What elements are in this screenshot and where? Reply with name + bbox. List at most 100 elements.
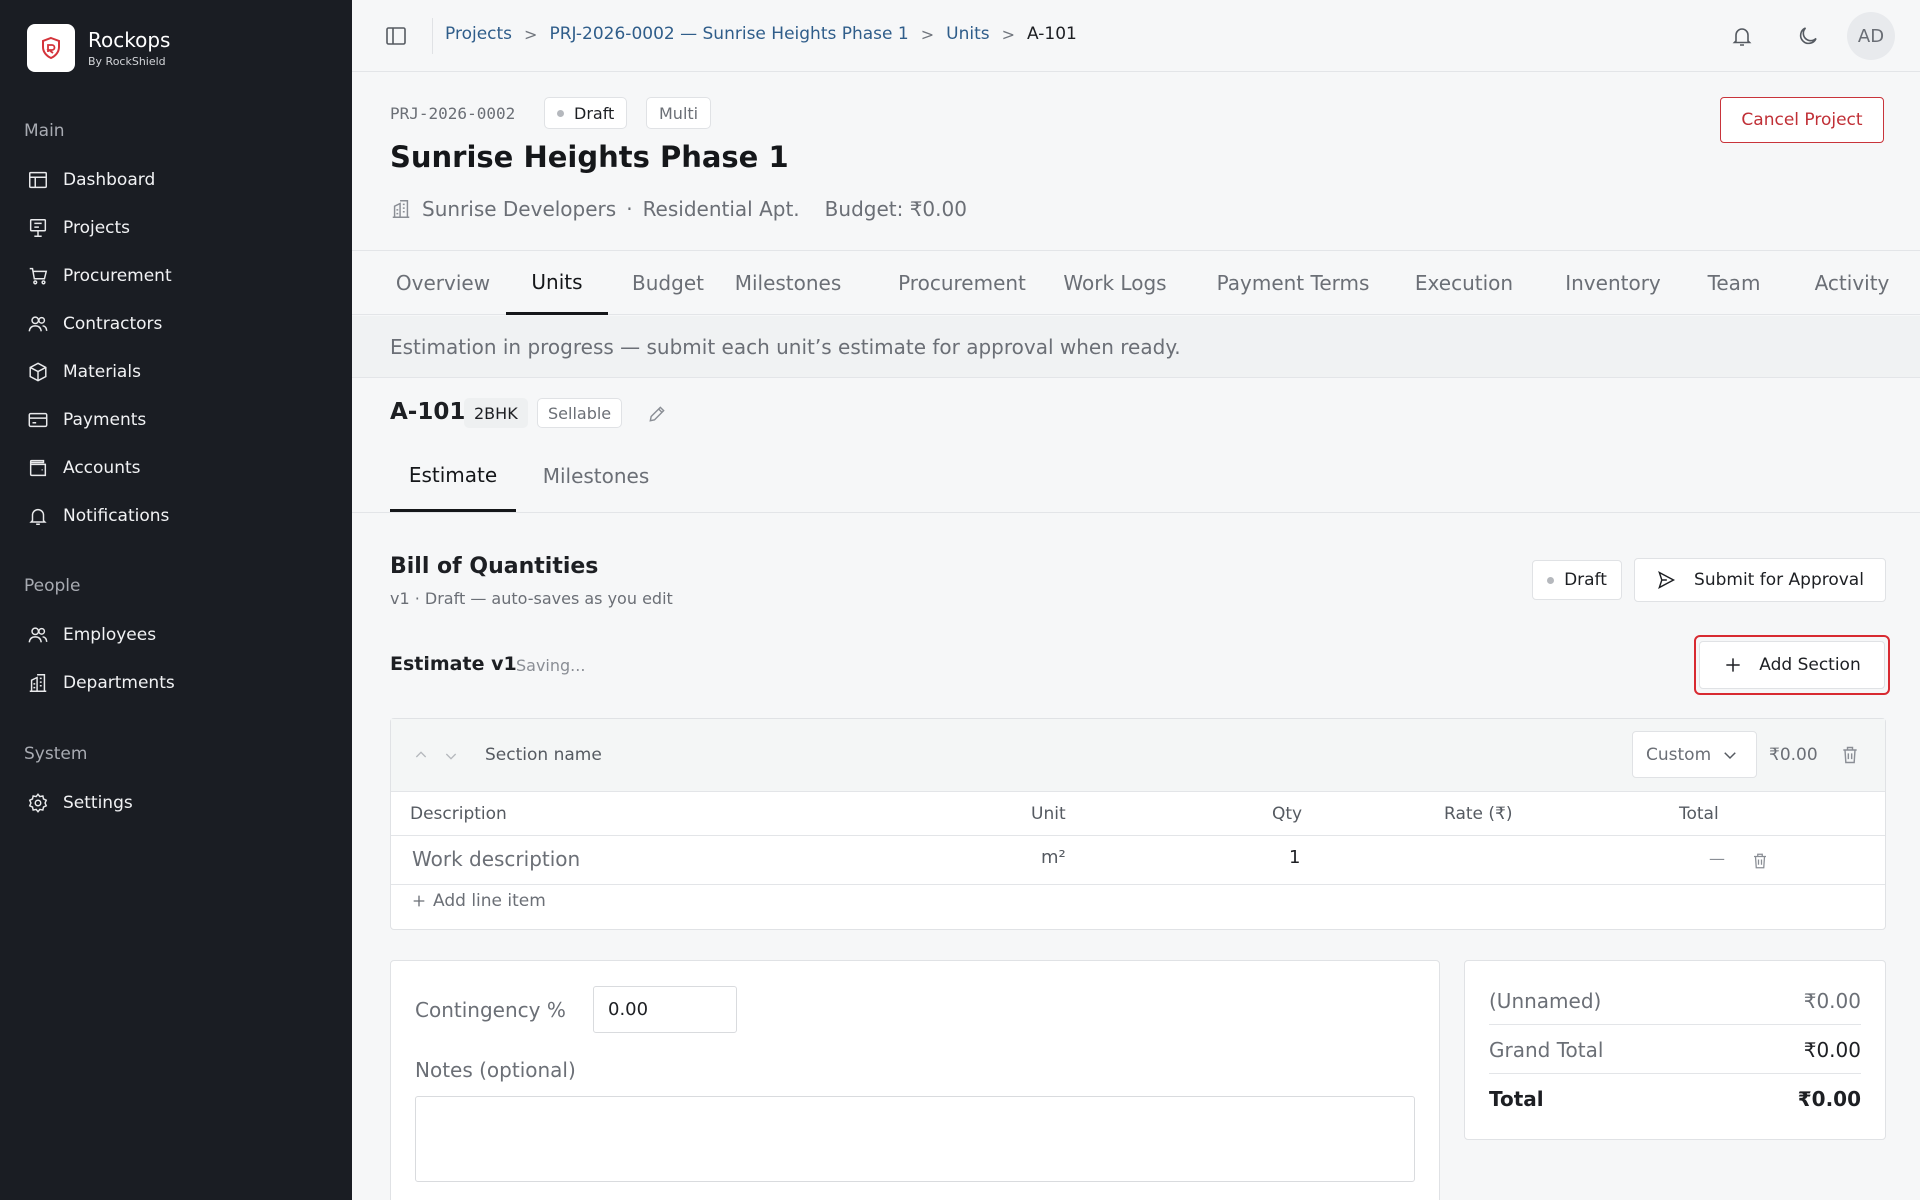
wallet-icon: [29, 459, 47, 477]
sidebar-toggle-icon[interactable]: [384, 24, 408, 48]
sidebar-item-departments[interactable]: Departments: [27, 669, 175, 697]
chevron-right-icon: >: [524, 24, 538, 44]
tab-units[interactable]: Units: [506, 251, 608, 315]
tab-work-logs[interactable]: Work Logs: [1054, 251, 1176, 315]
line-unit[interactable]: m²: [1041, 847, 1066, 868]
tab-team[interactable]: Team: [1696, 251, 1772, 315]
sidebar-item-settings[interactable]: Settings: [27, 789, 133, 817]
trash-icon[interactable]: [1840, 745, 1860, 765]
tab-overview[interactable]: Overview: [390, 251, 496, 315]
project-meta: Sunrise Developers · Residential Apt. Bu…: [390, 197, 967, 221]
row-divider: [391, 835, 1885, 836]
avatar[interactable]: AD: [1847, 12, 1895, 60]
status-dot-icon: [557, 109, 564, 117]
sidebar-item-label: Materials: [63, 362, 141, 382]
line-description-input[interactable]: Work description: [412, 847, 580, 871]
summary-value: ₹0.00: [1803, 988, 1861, 1013]
page-title: Sunrise Heights Phase 1: [390, 140, 789, 174]
plus-icon: [1726, 658, 1740, 672]
nav-group-people: People: [24, 576, 81, 596]
chevron-up-icon[interactable]: [413, 747, 429, 763]
sidebar-item-contractors[interactable]: Contractors: [27, 310, 162, 338]
bell-icon[interactable]: [1730, 24, 1754, 48]
users-icon: [28, 627, 48, 643]
estimate-details-card: Contingency % 0.00 Notes (optional): [390, 960, 1440, 1200]
section-mode-value: Custom: [1646, 744, 1712, 765]
users-icon: [28, 316, 48, 332]
line-total: —: [1709, 849, 1725, 868]
summary-value: ₹0.00: [1803, 1037, 1861, 1062]
tab-procurement[interactable]: Procurement: [892, 251, 1032, 315]
sidebar-item-projects[interactable]: Projects: [27, 214, 130, 242]
column-rate: Rate (₹): [1444, 804, 1513, 824]
contingency-label: Contingency %: [415, 998, 566, 1022]
cancel-project-button[interactable]: Cancel Project: [1720, 97, 1884, 143]
sidebar-item-label: Dashboard: [63, 170, 156, 190]
boq-subtitle: v1 · Draft — auto-saves as you edit: [390, 589, 673, 608]
submit-label: Submit for Approval: [1694, 570, 1864, 590]
status-badge-label: Draft: [574, 103, 615, 123]
contingency-input[interactable]: 0.00: [593, 986, 737, 1033]
notes-label: Notes (optional): [415, 1058, 576, 1082]
sidebar-item-label: Accounts: [63, 458, 141, 478]
sidebar-item-label: Notifications: [63, 506, 170, 526]
add-section-button[interactable]: Add Section: [1699, 641, 1885, 689]
tab-activity[interactable]: Activity: [1792, 251, 1912, 315]
nav-group-main: Main: [24, 121, 65, 141]
sidebar-item-label: Employees: [63, 625, 157, 645]
tab-execution[interactable]: Execution: [1406, 251, 1522, 315]
tab-estimate[interactable]: Estimate: [390, 440, 516, 512]
project-tabs: Overview Units Budget Milestones Procure…: [352, 250, 1920, 315]
bell-icon: [29, 508, 47, 525]
chevron-right-icon: >: [920, 24, 935, 44]
chevron-down-icon[interactable]: [443, 748, 459, 764]
breadcrumb-projects[interactable]: Projects: [445, 24, 512, 44]
section-mode-select[interactable]: Custom: [1632, 731, 1757, 778]
summary-card: (Unnamed) ₹0.00 Grand Total ₹0.00 Total …: [1464, 960, 1886, 1140]
tab-milestones[interactable]: Milestones: [728, 251, 848, 315]
chevron-down-icon: [1724, 751, 1736, 759]
brand-subtitle: By RockShield: [88, 55, 166, 68]
summary-label: (Unnamed): [1489, 988, 1602, 1013]
sidebar-item-materials[interactable]: Materials: [27, 358, 141, 386]
tab-unit-milestones[interactable]: Milestones: [528, 440, 664, 512]
sidebar-item-procurement[interactable]: Procurement: [27, 262, 172, 290]
notes-textarea[interactable]: [415, 1096, 1415, 1182]
sidebar-item-employees[interactable]: Employees: [27, 621, 156, 649]
plus-icon: [413, 895, 425, 907]
trash-icon[interactable]: [1751, 852, 1769, 870]
main-content: PRJ-2026-0002 Draft Multi Sunrise Height…: [352, 72, 1920, 1200]
project-code: PRJ-2026-0002: [390, 104, 516, 123]
sidebar-item-label: Contractors: [63, 314, 163, 334]
column-description: Description: [410, 804, 507, 824]
project-developer: Sunrise Developers: [422, 197, 617, 221]
moon-icon[interactable]: [1796, 24, 1820, 48]
boq-status-label: Draft: [1564, 570, 1607, 590]
section-name-input[interactable]: Section name: [485, 745, 602, 765]
tab-payment-terms[interactable]: Payment Terms: [1208, 251, 1378, 315]
sidebar-item-accounts[interactable]: Accounts: [27, 454, 141, 482]
boq-title: Bill of Quantities: [390, 554, 599, 579]
brand[interactable]: Rockops By RockShield: [27, 24, 170, 72]
tab-inventory[interactable]: Inventory: [1554, 251, 1672, 315]
sidebar-item-dashboard[interactable]: Dashboard: [27, 166, 155, 194]
breadcrumb-project[interactable]: PRJ-2026-0002 — Sunrise Heights Phase 1: [549, 24, 908, 44]
project-type: Residential Apt.: [642, 197, 800, 221]
add-line-item-button[interactable]: Add line item: [411, 891, 546, 911]
sidebar-item-label: Departments: [63, 673, 175, 693]
send-icon: [1658, 571, 1676, 589]
submit-for-approval-button[interactable]: Submit for Approval: [1634, 558, 1886, 602]
dashboard-icon: [29, 171, 47, 189]
line-qty-input[interactable]: 1: [1289, 847, 1300, 868]
sidebar-item-payments[interactable]: Payments: [27, 406, 146, 434]
breadcrumb: Projects > PRJ-2026-0002 — Sunrise Heigh…: [445, 24, 1077, 44]
unit-name: A-101: [390, 399, 466, 425]
estimate-title: Estimate v1: [390, 653, 517, 675]
breadcrumb-units[interactable]: Units: [946, 24, 989, 44]
card-icon: [28, 412, 48, 428]
sidebar-item-notifications[interactable]: Notifications: [27, 502, 169, 530]
boq-section: Section name Custom ₹0.00 Description Un…: [390, 718, 1886, 930]
edit-icon[interactable]: [647, 404, 667, 424]
tab-budget[interactable]: Budget: [620, 251, 716, 315]
add-line-item-label: Add line item: [433, 891, 546, 911]
